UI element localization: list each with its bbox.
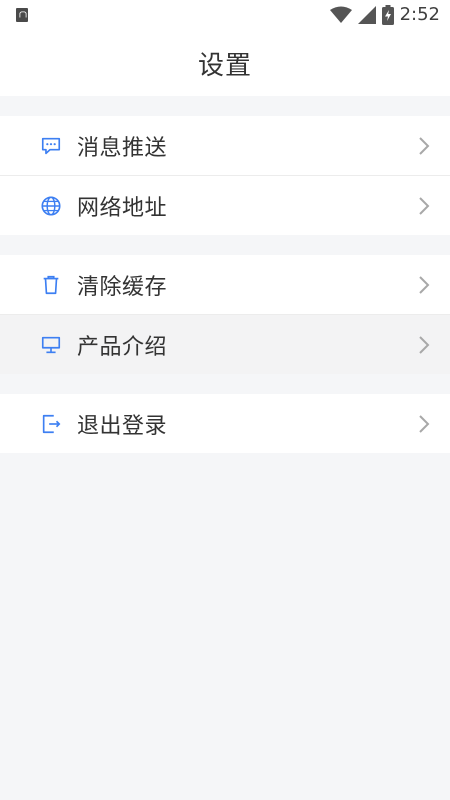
monitor-icon <box>41 336 61 353</box>
page-title: 设置 <box>197 50 252 81</box>
logout-icon <box>42 414 61 433</box>
settings-group-2: 清除缓存 产品介绍 <box>0 255 450 374</box>
settings-group-3: 退出登录 <box>0 394 450 453</box>
setting-label: 网络地址 <box>77 195 168 221</box>
chevron-right-icon <box>419 335 430 354</box>
wifi-icon <box>329 6 352 23</box>
trash-icon <box>43 275 59 294</box>
globe-icon <box>41 195 61 216</box>
setting-label: 消息推送 <box>77 135 168 161</box>
setting-logout[interactable]: 退出登录 <box>0 394 450 453</box>
chevron-right-icon <box>419 414 430 433</box>
battery-charging-icon <box>381 5 394 25</box>
settings-group-1: 消息推送 网络地址 <box>0 116 450 235</box>
chevron-right-icon <box>419 136 430 155</box>
setting-label: 产品介绍 <box>77 334 168 360</box>
setting-product-intro[interactable]: 产品介绍 <box>0 314 450 374</box>
message-icon <box>41 137 61 154</box>
setting-label: 退出登录 <box>77 413 168 439</box>
chevron-right-icon <box>419 275 430 294</box>
app-notification-icon <box>16 8 28 22</box>
setting-message-push[interactable]: 消息推送 <box>0 116 450 175</box>
status-icons: 2:52 <box>329 4 440 26</box>
signal-icon <box>357 6 376 24</box>
chevron-right-icon <box>419 196 430 215</box>
header: 设置 <box>0 30 450 96</box>
setting-label: 清除缓存 <box>77 274 168 300</box>
status-time: 2:52 <box>399 4 440 25</box>
setting-network-address[interactable]: 网络地址 <box>0 175 450 235</box>
setting-clear-cache[interactable]: 清除缓存 <box>0 255 450 314</box>
status-bar: 2:52 <box>0 0 450 30</box>
